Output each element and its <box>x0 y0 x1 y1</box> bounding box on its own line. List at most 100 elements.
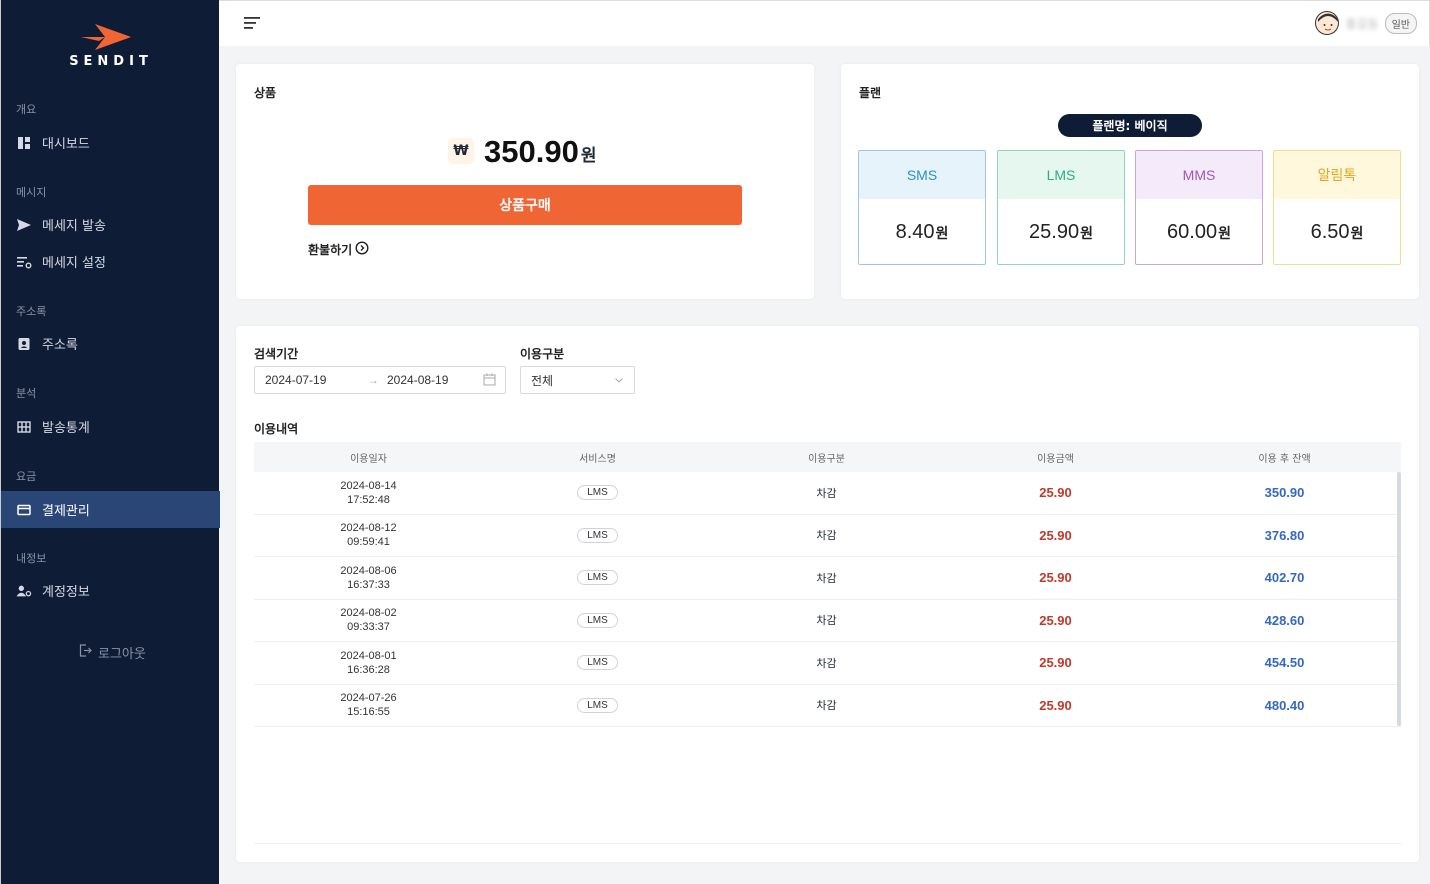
dashboard-icon <box>16 135 32 151</box>
divider <box>254 843 1401 844</box>
usage-amount: 25.90 <box>1039 697 1072 713</box>
usage-amount: 25.90 <box>1039 655 1072 671</box>
table-row: 2024-07-26 15:16:55 LMS 차감 25.90 480.40 <box>254 685 1401 727</box>
table-header: 이용일자 서비스명 이용구분 이용금액 이용 후 잔액 <box>254 442 1401 472</box>
card-icon <box>16 502 32 518</box>
plan-price-lms: LMS 25.90 원 <box>997 150 1125 265</box>
column-header-type: 이용구분 <box>808 453 845 465</box>
sidebar-item-payment[interactable]: 결제관리 <box>1 491 220 528</box>
menu-toggle-button[interactable] <box>243 14 263 32</box>
usage-history-card: 검색기간 2024-07-19 → 2024-08-19 이용구분 전체 이용내… <box>236 326 1419 862</box>
plan-service-price: 8.40 원 <box>895 221 949 243</box>
table-row: 2024-08-12 09:59:41 LMS 차감 25.90 376.80 <box>254 515 1401 557</box>
brand-name: SENDIT <box>69 54 153 69</box>
usage-datetime: 2024-08-01 16:36:28 <box>340 649 397 676</box>
sidebar-item-label: 대시보드 <box>42 137 90 152</box>
sidebar-item-label: 메세지 발송 <box>42 219 106 234</box>
usage-type: 차감 <box>816 529 837 543</box>
nav-section-billing: 요금 <box>16 470 37 483</box>
settings-list-icon <box>16 254 32 270</box>
plan-card-title: 플랜 <box>859 86 882 100</box>
balance-after: 454.50 <box>1264 655 1305 671</box>
nav-section-my-info: 내정보 <box>16 552 47 565</box>
user-settings-icon <box>16 583 32 599</box>
balance-after: 350.90 <box>1264 485 1305 501</box>
plan-service-name: 알림톡 <box>1274 151 1400 199</box>
logout-button[interactable]: 로그아웃 <box>79 643 146 662</box>
sidebar: SENDIT 개요 대시보드 메시지 메세지 발송 메세지 설정 주소록 주소록… <box>0 0 220 884</box>
period-label: 검색기간 <box>254 347 299 361</box>
usage-type: 차감 <box>816 571 837 585</box>
table-row: 2024-08-01 16:36:28 LMS 차감 25.90 454.50 <box>254 642 1401 685</box>
start-date-input[interactable]: 2024-07-19 <box>265 373 326 387</box>
usage-datetime: 2024-08-14 17:52:48 <box>340 479 397 506</box>
sidebar-item-message-settings[interactable]: 메세지 설정 <box>1 243 220 280</box>
column-header-amount: 이용금액 <box>1037 453 1074 465</box>
sidebar-item-account[interactable]: 계정정보 <box>1 572 220 609</box>
balance-after: 402.70 <box>1264 570 1305 586</box>
table-row: 2024-08-06 16:37:33 LMS 차감 25.90 402.70 <box>254 557 1401 600</box>
sidebar-item-label: 결제관리 <box>42 504 90 519</box>
sidebar-item-contacts[interactable]: 주소록 <box>1 325 220 362</box>
user-grade-badge: 일반 <box>1384 12 1417 34</box>
avatar-face-icon <box>1318 13 1339 31</box>
plan-price-alimtalk: 알림톡 6.50 원 <box>1273 150 1401 265</box>
table-row: 2024-08-14 17:52:48 LMS 차감 25.90 350.90 <box>254 472 1401 515</box>
top-header: 홍길동 일반 <box>219 0 1430 46</box>
sidebar-item-dashboard[interactable]: 대시보드 <box>1 124 220 161</box>
nav-section-overview: 개요 <box>16 103 37 116</box>
service-tag: LMS <box>577 527 618 543</box>
service-tag: LMS <box>577 655 618 671</box>
service-tag: LMS <box>577 612 618 628</box>
chevron-right-circle-icon <box>355 241 369 258</box>
usage-amount: 25.90 <box>1039 485 1072 501</box>
sidebar-item-statistics[interactable]: 발송통계 <box>1 408 220 445</box>
balance-display: ₩ 350.90 원 <box>448 134 596 170</box>
date-range-picker[interactable]: 2024-07-19 → 2024-08-19 <box>254 366 506 394</box>
balance-amount: 350.90 <box>484 134 579 169</box>
usage-datetime: 2024-08-12 09:59:41 <box>340 522 397 549</box>
nav-section-contacts: 주소록 <box>16 305 47 318</box>
hamburger-icon <box>244 17 260 29</box>
contact-icon <box>16 336 32 352</box>
usage-type: 차감 <box>816 656 837 670</box>
sidebar-item-label: 메세지 설정 <box>42 256 106 271</box>
balance-after: 376.80 <box>1264 527 1305 543</box>
plan-service-name: SMS <box>859 151 985 199</box>
sendit-logo[interactable]: SENDIT <box>61 22 161 72</box>
usage-datetime: 2024-08-02 09:33:37 <box>340 607 397 634</box>
nav-section-analytics: 분석 <box>16 387 37 400</box>
usage-type-select[interactable]: 전체 <box>520 366 635 394</box>
column-header-date: 이용일자 <box>350 453 387 465</box>
sidebar-item-send-message[interactable]: 메세지 발송 <box>1 206 220 243</box>
won-currency-icon: ₩ <box>448 138 474 164</box>
buy-product-button[interactable]: 상품구매 <box>308 185 742 225</box>
send-icon <box>16 217 32 233</box>
balance-after: 428.60 <box>1264 612 1305 628</box>
service-tag: LMS <box>577 570 618 586</box>
sidebar-item-label: 발송통계 <box>42 421 90 436</box>
sidebar-item-label: 계정정보 <box>42 585 90 600</box>
plan-card: 플랜 플랜명: 베이직 SMS 8.40 원 LMS 25.90 원 MMS 60.… <box>841 64 1419 299</box>
user-name: 홍길동 <box>1345 16 1379 31</box>
plan-service-price: 6.50 원 <box>1310 221 1364 243</box>
plan-price-mms: MMS 60.00 원 <box>1135 150 1263 265</box>
table-row: 2024-08-02 09:33:37 LMS 차감 25.90 428.60 <box>254 600 1401 642</box>
service-tag: LMS <box>577 485 618 501</box>
plan-service-name: LMS <box>998 151 1124 199</box>
table-scrollbar[interactable] <box>1397 472 1401 726</box>
usage-type: 차감 <box>816 614 837 628</box>
nav-section-message: 메시지 <box>16 186 47 199</box>
calendar-icon[interactable] <box>483 373 496 389</box>
avatar[interactable] <box>1315 11 1340 35</box>
usage-history-title: 이용내역 <box>254 422 299 436</box>
refund-link[interactable]: 환불하기 <box>308 241 369 258</box>
refund-label: 환불하기 <box>308 243 353 257</box>
service-tag: LMS <box>577 697 618 713</box>
user-menu[interactable]: 홍길동 일반 <box>1315 11 1417 35</box>
sidebar-item-label: 주소록 <box>42 338 78 353</box>
end-date-input[interactable]: 2024-08-19 <box>387 373 448 387</box>
balance-after: 480.40 <box>1264 697 1305 713</box>
grid-icon <box>16 419 32 435</box>
paper-plane-logo-icon <box>81 24 131 50</box>
